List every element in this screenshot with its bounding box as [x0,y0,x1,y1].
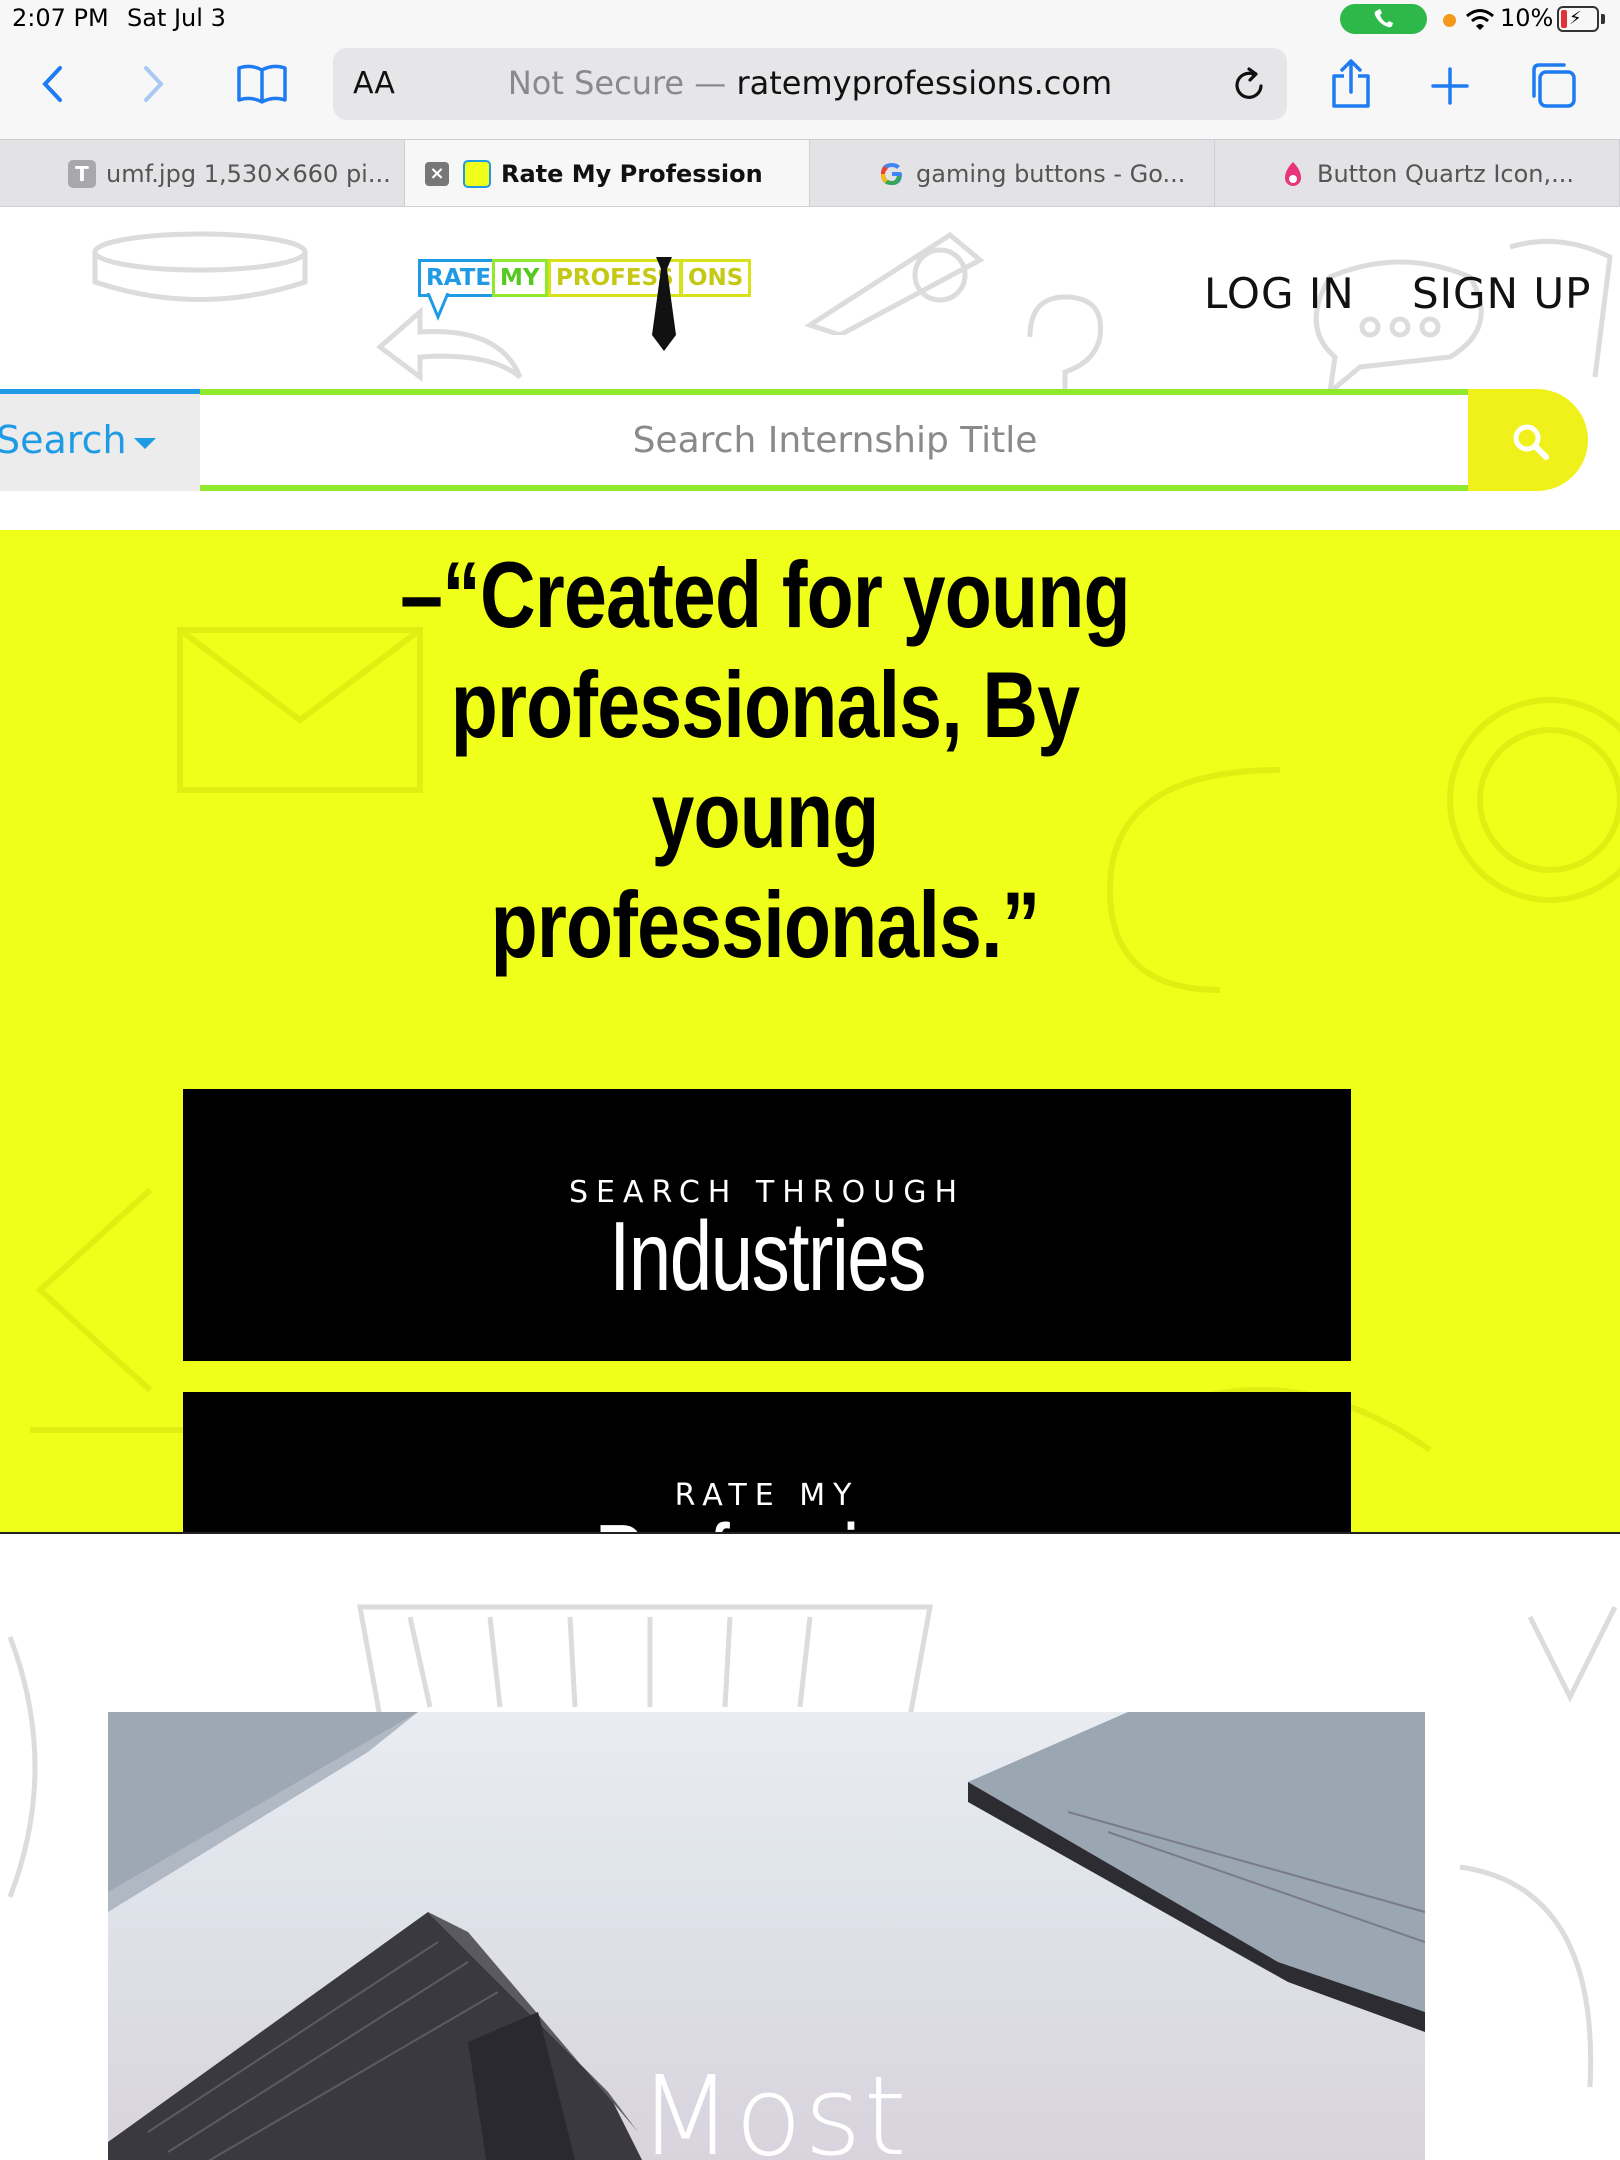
login-link[interactable]: LOG IN [1204,269,1355,318]
site-favicon [463,160,491,188]
battery-tip [1601,14,1605,24]
wifi-icon [1466,9,1494,30]
quartz-icon [1285,162,1301,186]
tab-label: Button Quartz Icon,... [1317,160,1575,188]
search-industries-button[interactable]: SEARCH THROUGH Industries [183,1089,1351,1361]
cta-big-text: Industries [609,1201,926,1311]
signup-link[interactable]: SIGN UP [1412,269,1591,318]
new-tab-icon[interactable] [1430,66,1470,106]
reload-icon[interactable] [1231,66,1267,104]
bookmarks-icon[interactable] [236,62,288,106]
tab-label: Rate My Profession [501,160,763,188]
side-doodle [1459,1864,1594,2088]
status-time: 2:07 PM [12,4,109,32]
chevron-down-icon [134,438,156,449]
search-dropdown[interactable]: Search [0,389,200,491]
cta-big-text: Profession [311,1504,1222,1532]
call-indicator[interactable] [1340,4,1427,34]
edge-doodle [7,1636,38,1898]
coins-doodle [92,231,308,302]
tab-gaming-buttons[interactable]: gaming buttons - Go... [810,140,1215,206]
web-page: RATE MY PROFESS ONS LOG IN SIGN UP Searc… [0,207,1620,2160]
url-display[interactable]: Not Secure — ratemyprofessions.com [333,64,1287,102]
phone-icon [1374,9,1393,28]
tab-umf-image[interactable]: T umf.jpg 1,530×660 pi... [0,140,405,206]
logo-my: MY [492,259,548,297]
tabs-overview-icon[interactable] [1528,60,1578,110]
featured-image: Most [108,1712,1425,2160]
check-doodle [1527,1605,1618,1703]
hero-section: –“Created for young professionals, By yo… [0,530,1620,1534]
tie-icon [652,257,676,351]
site-logo[interactable]: RATE MY PROFESS ONS [418,247,752,357]
mic-indicator-dot [1443,14,1456,27]
battery-icon: ⚡ [1557,6,1599,32]
tab-favicon: T [68,160,96,188]
cup-doodle [357,1604,933,1717]
search-button[interactable] [1468,389,1588,491]
pencil-doodle [804,231,985,335]
tab-bar: T umf.jpg 1,530×660 pi... × Rate My Prof… [0,139,1620,207]
back-icon[interactable] [40,64,64,104]
logo-ons: ONS [680,259,752,297]
hero-quote: –“Created for young professionals, By yo… [400,542,1130,977]
search-bar: Search [0,383,1600,493]
logo-rate: RATE [418,259,500,297]
forward-icon[interactable] [142,64,166,104]
tab-label: umf.jpg 1,530×660 pi... [106,160,391,188]
status-date: Sat Jul 3 [127,4,226,32]
url-domain: ratemyprofessions.com [736,64,1113,102]
logo-speech-tail [426,293,450,321]
tab-label: gaming buttons - Go... [916,160,1186,188]
share-icon[interactable] [1330,58,1372,110]
search-input[interactable] [200,389,1470,491]
close-tab-icon[interactable]: × [425,162,449,186]
tab-rate-my-profession[interactable]: × Rate My Profession [405,140,810,206]
not-secure-label: Not Secure — [507,64,727,102]
tab-button-quartz[interactable]: Button Quartz Icon,... [1215,140,1620,206]
google-icon [881,163,902,185]
battery-percent: 10% [1500,4,1554,32]
status-bar: 2:07 PM Sat Jul 3 10% ⚡ [0,0,1620,40]
search-dropdown-label: Search [0,418,127,462]
dollar-coin-doodle [1447,697,1620,903]
section-caption: Most [638,2052,909,2160]
address-bar[interactable]: AA Not Secure — ratemyprofessions.com [333,48,1287,120]
search-icon [1513,424,1549,460]
rate-profession-button[interactable]: RATE MY Profession [183,1392,1351,1532]
